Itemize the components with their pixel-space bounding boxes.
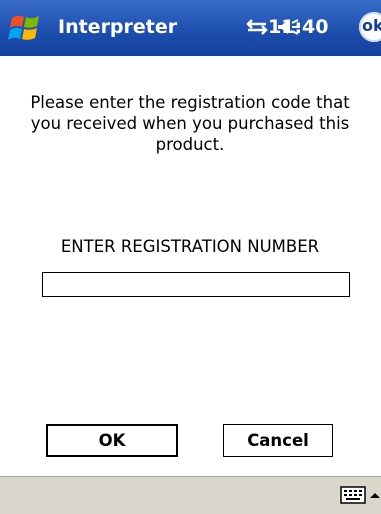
menu-bar: [0, 476, 381, 514]
instructions-text: Please enter the registration code that …: [30, 93, 350, 154]
keyboard-icon[interactable]: [340, 486, 366, 504]
app-title: Interpreter: [58, 16, 178, 38]
registration-number-input[interactable]: [42, 272, 350, 297]
up-arrow-icon[interactable]: [369, 489, 381, 503]
registration-field-label: ENTER REGISTRATION NUMBER: [60, 237, 320, 256]
screen: Interpreter 11:40 ok Please enter the re…: [0, 0, 381, 514]
cancel-button[interactable]: Cancel: [223, 424, 333, 457]
title-bar: Interpreter 11:40 ok: [0, 0, 381, 56]
ok-title-label: ok: [362, 16, 381, 35]
windows-flag-icon: [8, 15, 39, 40]
connectivity-icon[interactable]: [244, 16, 270, 38]
start-button[interactable]: [6, 8, 46, 48]
clock[interactable]: 11:40: [268, 14, 328, 40]
ok-title-button[interactable]: ok: [359, 12, 381, 42]
ok-button[interactable]: OK: [46, 424, 178, 457]
